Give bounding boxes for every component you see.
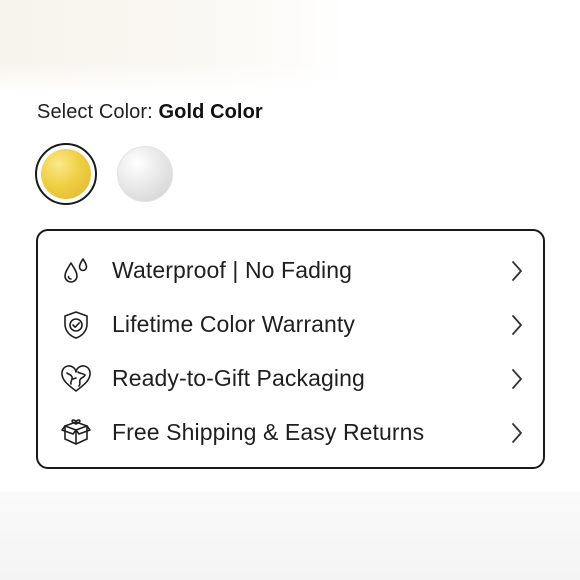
water-drops-icon	[60, 255, 92, 287]
chevron-right-icon	[508, 367, 526, 391]
feature-row-warranty[interactable]: Lifetime Color Warranty	[38, 297, 543, 351]
chevron-right-icon	[508, 313, 526, 337]
chevron-right-icon	[508, 421, 526, 445]
selected-color-value: Gold Color	[158, 101, 263, 123]
feature-label: Lifetime Color Warranty	[112, 311, 356, 337]
feature-row-shipping-returns[interactable]: Free Shipping & Easy Returns	[38, 405, 543, 459]
chevron-right-icon	[508, 259, 526, 283]
gift-box-icon	[60, 417, 92, 449]
feature-label: Ready-to-Gift Packaging	[112, 365, 365, 391]
swatch-silver[interactable]	[117, 146, 173, 202]
shield-check-icon	[60, 309, 92, 341]
product-image-fade-top	[0, 0, 580, 92]
feature-row-gift-packaging[interactable]: Ready-to-Gift Packaging	[38, 351, 543, 405]
page-fade-bottom	[0, 492, 580, 580]
feature-list-card: Waterproof | No Fading Lifetime Color Wa…	[36, 229, 545, 469]
swatch-gold[interactable]	[35, 143, 97, 205]
feature-row-waterproof[interactable]: Waterproof | No Fading	[38, 243, 543, 297]
feature-label: Free Shipping & Easy Returns	[112, 419, 425, 445]
heart-globe-icon	[60, 363, 92, 395]
feature-label: Waterproof | No Fading	[112, 257, 352, 283]
color-selector-label: Select Color: Gold Color	[37, 101, 263, 124]
color-label-prefix: Select Color:	[37, 101, 153, 123]
swatch-gold-fill	[41, 149, 91, 199]
